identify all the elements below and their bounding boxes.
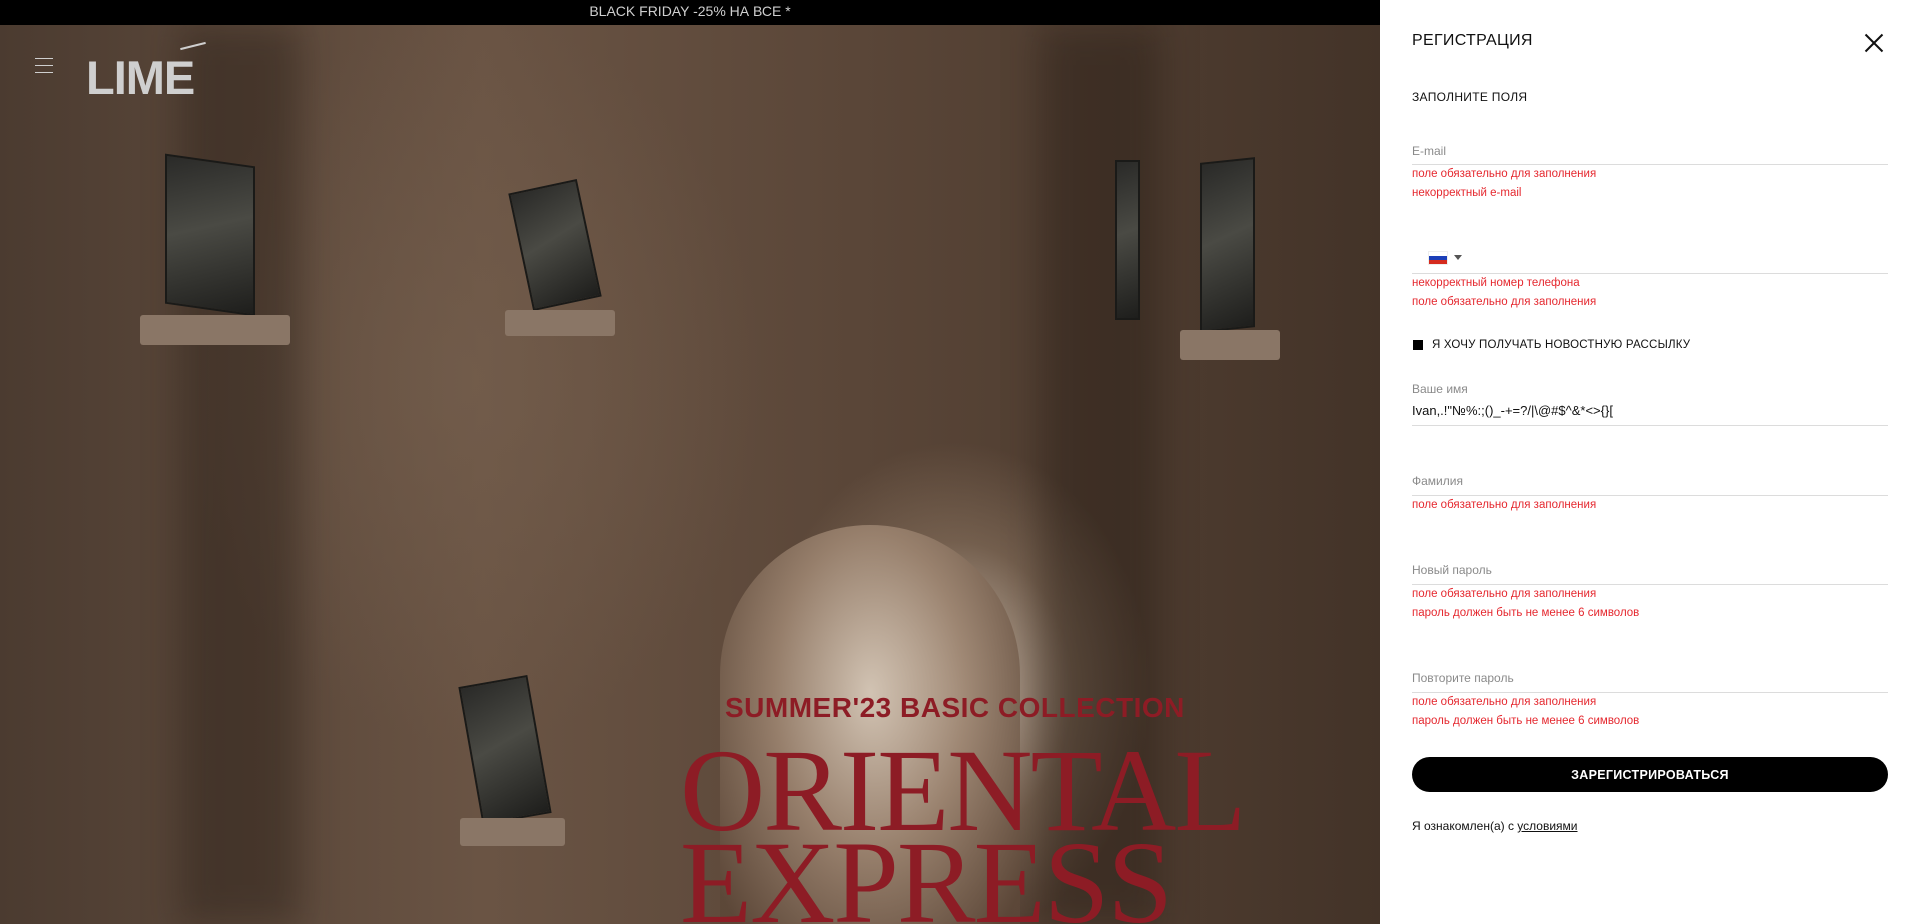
- phone-underline: [1412, 273, 1888, 274]
- password-underline: [1412, 584, 1888, 585]
- hero-title: ORIENTAL EXPRESS: [680, 732, 1246, 924]
- panel-title: РЕГИСТРАЦИЯ: [1412, 32, 1533, 49]
- password-error: пароль должен быть не менее 6 символов: [1412, 607, 1640, 619]
- first-name-field[interactable]: Ваше имя Ivan,.!"№%:;()_-+=?/|\@#$^&*<>{…: [1412, 382, 1888, 426]
- email-error: поле обязательно для заполнения: [1412, 168, 1597, 180]
- logo[interactable]: LIME: [86, 50, 195, 105]
- first-name-value: Ivan,.!"№%:;()_-+=?/|\@#$^&*<>{}[: [1412, 403, 1613, 418]
- password-repeat-underline: [1412, 692, 1888, 693]
- password-label: Новый пароль: [1412, 563, 1492, 577]
- terms-text: Я ознакомлен(а) с условиями: [1412, 819, 1578, 833]
- phone-error: поле обязательно для заполнения: [1412, 296, 1597, 308]
- password-field[interactable]: Новый пароль: [1412, 563, 1888, 585]
- password-repeat-field[interactable]: Повторите пароль: [1412, 671, 1888, 693]
- close-icon[interactable]: [1864, 33, 1884, 53]
- terms-prefix: Я ознакомлен(а) с: [1412, 819, 1518, 833]
- email-underline: [1412, 164, 1888, 165]
- first-name-label: Ваше имя: [1412, 382, 1468, 396]
- register-button[interactable]: ЗАРЕГИСТРИРОВАТЬСЯ: [1412, 757, 1888, 792]
- newsletter-label: Я ХОЧУ ПОЛУЧАТЬ НОВОСТНУЮ РАССЫЛКУ: [1432, 339, 1691, 351]
- password-repeat-label: Повторите пароль: [1412, 671, 1514, 685]
- collection-subtitle: SUMMER'23 BASIC COLLECTION: [725, 692, 1185, 723]
- burger-menu-icon[interactable]: [35, 58, 53, 74]
- phone-error: некорректный номер телефона: [1412, 277, 1580, 289]
- password-error: поле обязательно для заполнения: [1412, 588, 1597, 600]
- last-name-underline: [1412, 495, 1888, 496]
- last-name-field[interactable]: Фамилия: [1412, 474, 1888, 496]
- chevron-down-icon[interactable]: [1454, 255, 1462, 260]
- email-field[interactable]: E-mail: [1412, 144, 1888, 166]
- last-name-error: поле обязательно для заполнения: [1412, 499, 1597, 511]
- terms-link[interactable]: условиями: [1517, 819, 1577, 833]
- russia-flag-icon[interactable]: [1428, 251, 1448, 265]
- newsletter-checkbox[interactable]: Я ХОЧУ ПОЛУЧАТЬ НОВОСТНУЮ РАССЫЛКУ: [1412, 339, 1690, 351]
- hero-banner: LIME SUMMER'23 BASIC COLLECTION ORIENTAL…: [0, 0, 1380, 924]
- promo-banner-text: BLACK FRIDAY -25% НА ВСЕ *: [589, 3, 791, 19]
- phone-field[interactable]: [1412, 251, 1888, 275]
- first-name-underline: [1412, 425, 1888, 426]
- form-subtitle: ЗАПОЛНИТЕ ПОЛЯ: [1412, 90, 1528, 104]
- last-name-label: Фамилия: [1412, 474, 1463, 488]
- password-repeat-error: пароль должен быть не менее 6 символов: [1412, 715, 1640, 727]
- registration-panel: РЕГИСТРАЦИЯ ЗАПОЛНИТЕ ПОЛЯ E-mail поле о…: [1380, 0, 1920, 924]
- email-label: E-mail: [1412, 144, 1447, 158]
- promo-banner[interactable]: BLACK FRIDAY -25% НА ВСЕ *: [0, 0, 1380, 25]
- password-repeat-error: поле обязательно для заполнения: [1412, 696, 1597, 708]
- hero-title-line2: EXPRESS: [680, 817, 1173, 924]
- email-error: некорректный e-mail: [1412, 187, 1522, 199]
- checkbox-checked-icon[interactable]: [1413, 340, 1423, 350]
